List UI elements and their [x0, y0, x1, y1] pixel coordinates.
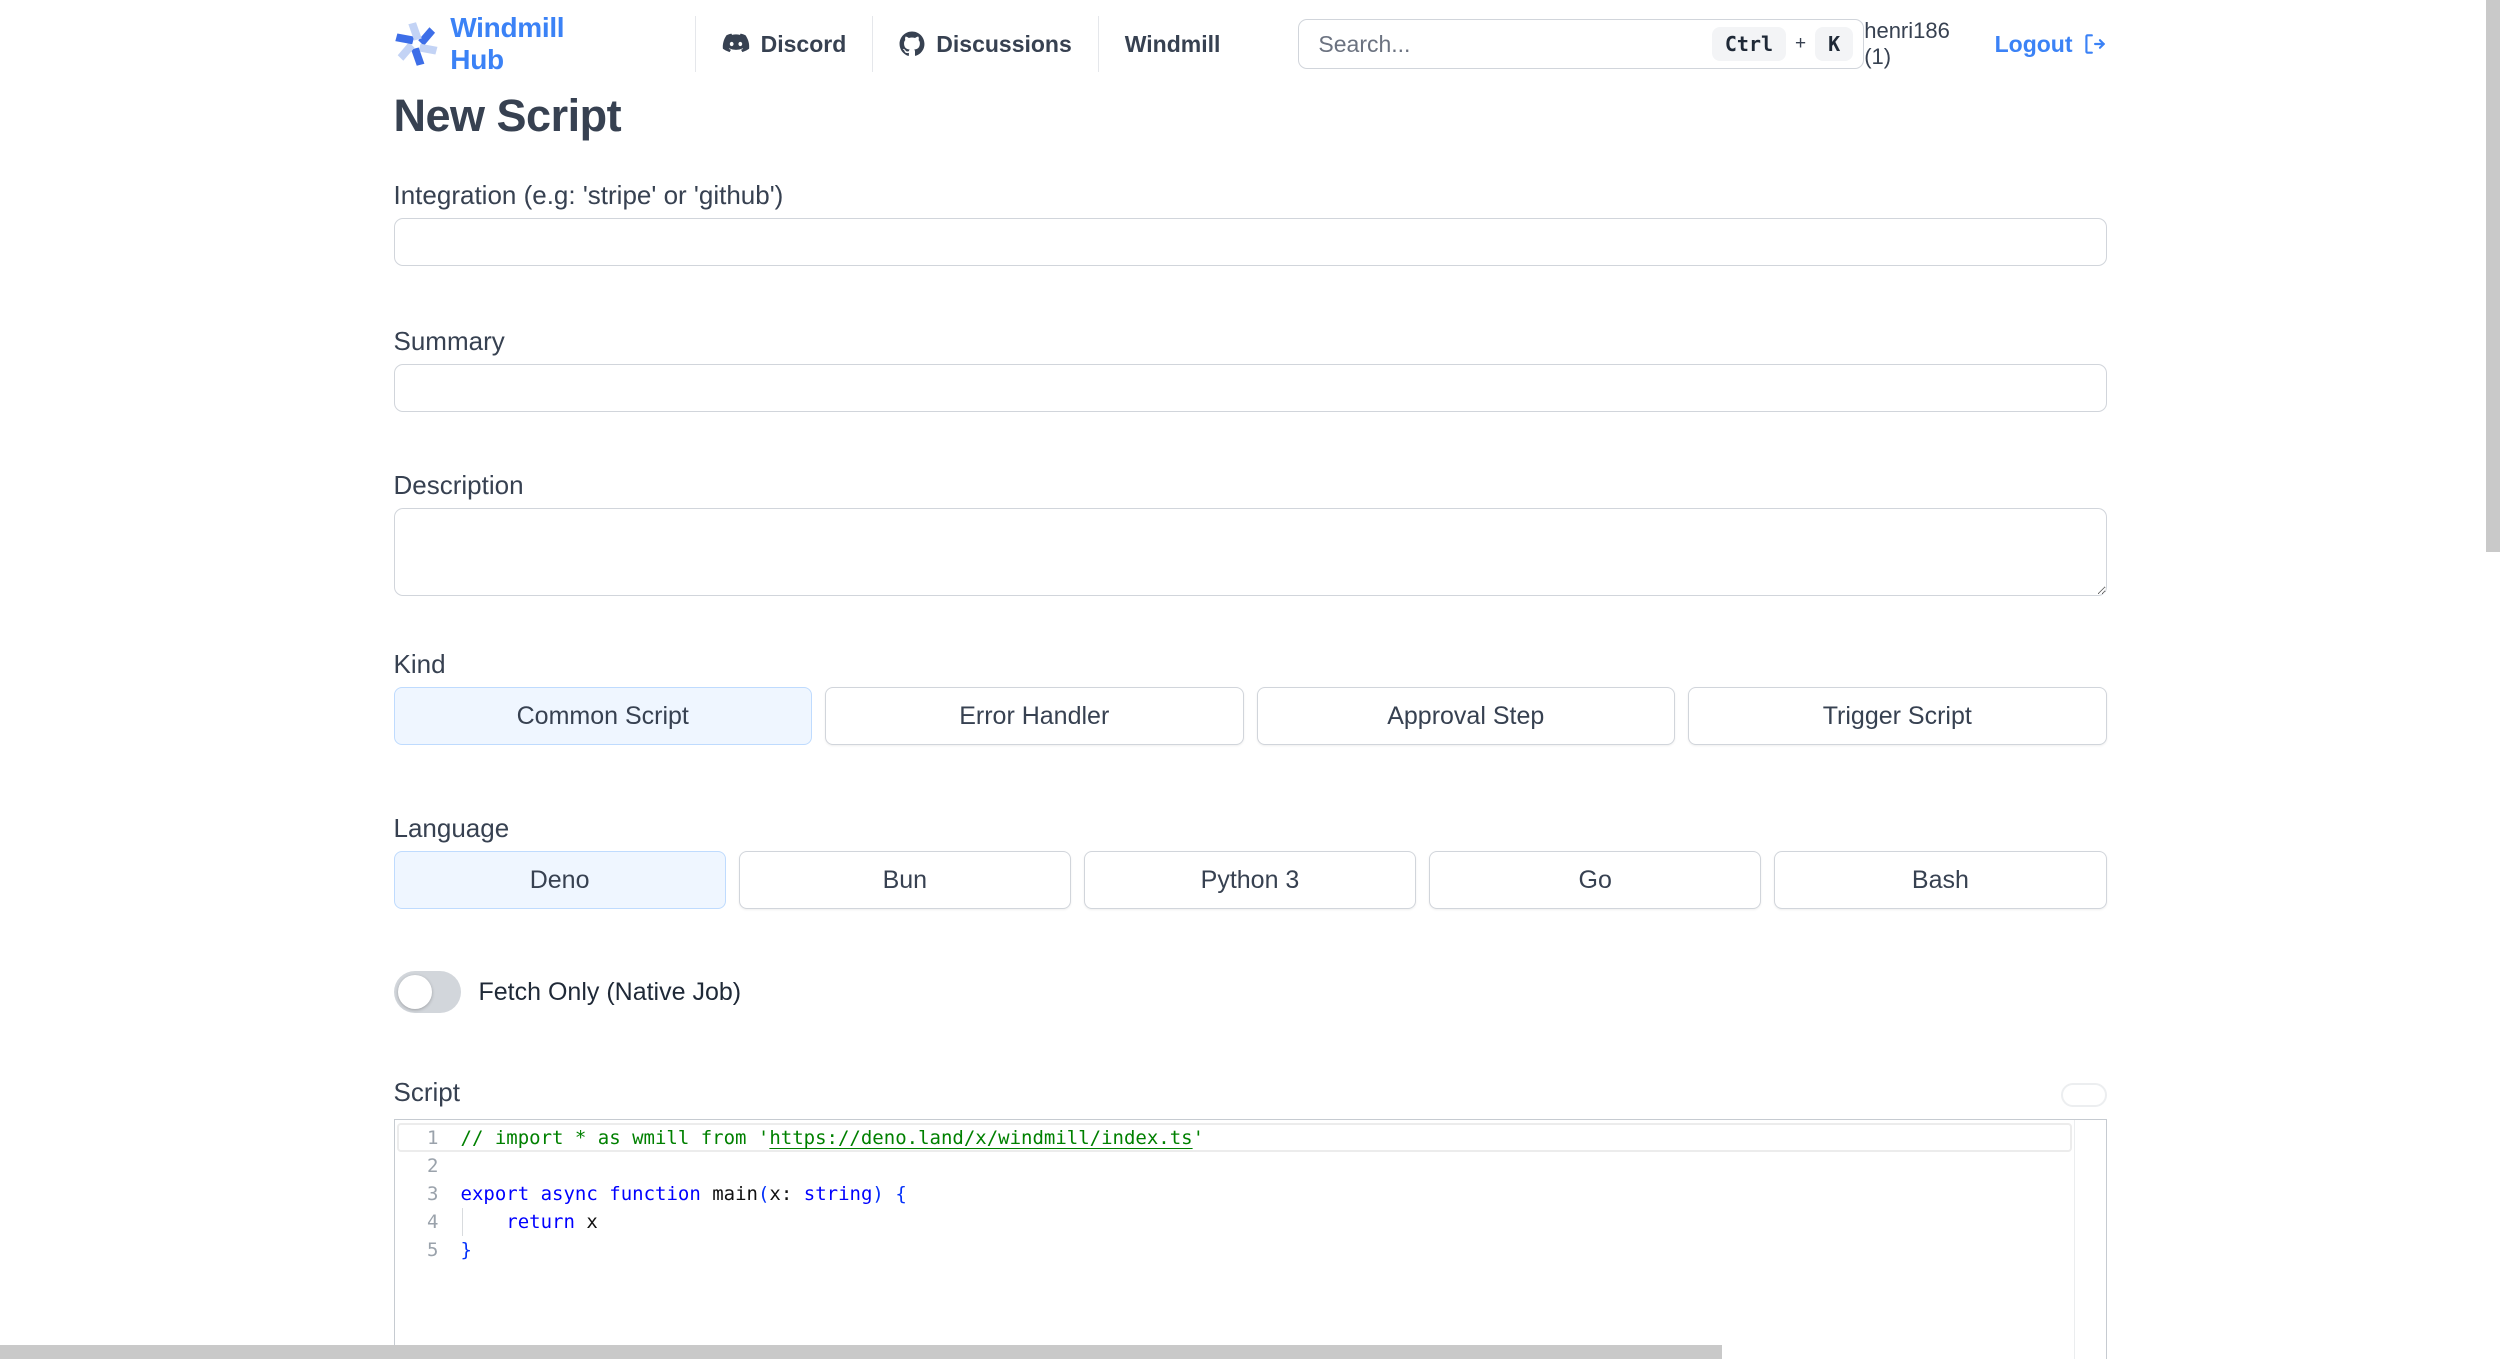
fetch-only-label: Fetch Only (Native Job)	[478, 977, 742, 1006]
kind-options: Common Script Error Handler Approval Step T…	[393, 687, 2107, 745]
fetch-only-row: Fetch Only (Native Job)	[393, 971, 2107, 1013]
editor-toggle-pill[interactable]	[2060, 1083, 2107, 1107]
code-line-3: 3 export async function main(x: string) {	[395, 1180, 2106, 1208]
language-option-bun[interactable]: Bun	[738, 851, 1071, 909]
line-number: 4	[427, 1211, 439, 1233]
nav-item-label: Windmill	[1124, 30, 1221, 57]
kbd-ctrl: Ctrl	[1711, 27, 1787, 61]
editor-scroll-gutter	[2073, 1120, 2075, 1359]
nav-item-discord[interactable]: Discord	[694, 16, 873, 72]
logout-icon	[2084, 34, 2105, 54]
kind-option-error-handler[interactable]: Error Handler	[825, 687, 1244, 745]
description-group: Description	[393, 470, 2107, 601]
discord-icon	[722, 33, 749, 53]
code-text: // import * as wmill from 'https://deno.…	[460, 1127, 1205, 1149]
summary-input[interactable]	[393, 364, 2107, 412]
language-option-bash[interactable]: Bash	[1774, 851, 2107, 909]
language-option-python-3[interactable]: Python 3	[1083, 851, 1417, 909]
indent-guide	[461, 1208, 463, 1236]
github-icon	[899, 31, 925, 56]
nav-item-label: Discussions	[936, 30, 1072, 57]
description-textarea[interactable]	[393, 508, 2107, 596]
user-area: henri186 (1) Logout	[1864, 18, 2106, 70]
integration-label: Integration (e.g: 'stripe' or 'github')	[393, 180, 784, 210]
description-label: Description	[393, 470, 524, 500]
kind-label: Kind	[393, 649, 446, 679]
code-editor[interactable]: 1 // import * as wmill from 'https://deno…	[393, 1119, 2107, 1359]
summary-group: Summary	[393, 326, 2107, 412]
page-vertical-scrollbar[interactable]	[2486, 0, 2500, 552]
search-box[interactable]: Ctrl + K	[1298, 19, 1865, 69]
language-option-go[interactable]: Go	[1429, 851, 1762, 909]
code-area[interactable]: 1 // import * as wmill from 'https://deno…	[395, 1120, 2106, 1264]
page-content: Windmill Hub Discord Discussions Windmill…	[393, 12, 2107, 1359]
integration-group: Integration (e.g: 'stripe' or 'github')	[393, 180, 2107, 266]
code-text: }	[460, 1239, 472, 1261]
language-group: Language Deno Bun Python 3 Go Bash	[393, 813, 2107, 909]
logout-link[interactable]: Logout	[1995, 31, 2107, 58]
page-title: New Script	[393, 90, 622, 141]
language-label: Language	[393, 813, 510, 843]
nav-item-windmill[interactable]: Windmill	[1097, 16, 1247, 72]
kind-option-common-script[interactable]: Common Script	[393, 687, 812, 745]
summary-label: Summary	[393, 326, 505, 356]
page-horizontal-scrollbar[interactable]	[0, 1345, 1722, 1359]
kind-option-trigger-script[interactable]: Trigger Script	[1688, 687, 2107, 745]
language-options: Deno Bun Python 3 Go Bash	[393, 851, 2107, 909]
code-line-1: 1 // import * as wmill from 'https://deno…	[395, 1124, 2106, 1152]
line-number: 1	[427, 1127, 439, 1149]
nav-item-discussions[interactable]: Discussions	[872, 16, 1098, 72]
code-text: export async function main(x: string) {	[460, 1183, 907, 1205]
header: Windmill Hub Discord Discussions Windmill…	[394, 12, 2107, 76]
toggle-knob-icon	[397, 975, 432, 1009]
windmill-logo-icon	[394, 22, 437, 66]
brand-link[interactable]: Windmill Hub	[394, 12, 621, 76]
shortcut-plus: +	[1795, 33, 1807, 54]
fetch-only-toggle[interactable]	[393, 971, 461, 1013]
search-shortcut: Ctrl + K	[1711, 27, 1854, 61]
main-nav: Discord Discussions Windmill	[694, 16, 1247, 72]
line-number: 5	[427, 1239, 439, 1261]
kind-group: Kind Common Script Error Handler Approval …	[393, 649, 2107, 745]
logout-label: Logout	[1994, 30, 2073, 57]
brand-name: Windmill Hub	[450, 12, 565, 75]
code-line-2: 2	[395, 1152, 2106, 1180]
line-number: 3	[427, 1183, 439, 1205]
search-input[interactable]	[1303, 30, 1712, 58]
integration-input[interactable]	[393, 218, 2107, 266]
script-label: Script	[393, 1077, 460, 1107]
line-number: 2	[427, 1155, 439, 1177]
kbd-k: K	[1815, 27, 1854, 61]
code-line-5: 5}	[395, 1236, 2106, 1264]
script-group: Script 1 // import * as wmill from 'https…	[393, 1077, 2107, 1359]
username: henri186 (1)	[1864, 18, 1950, 69]
language-option-deno[interactable]: Deno	[393, 851, 726, 909]
nav-item-label: Discord	[760, 30, 847, 57]
code-line-4: 4 return x	[395, 1208, 2106, 1236]
kind-option-approval-step[interactable]: Approval Step	[1256, 687, 1675, 745]
